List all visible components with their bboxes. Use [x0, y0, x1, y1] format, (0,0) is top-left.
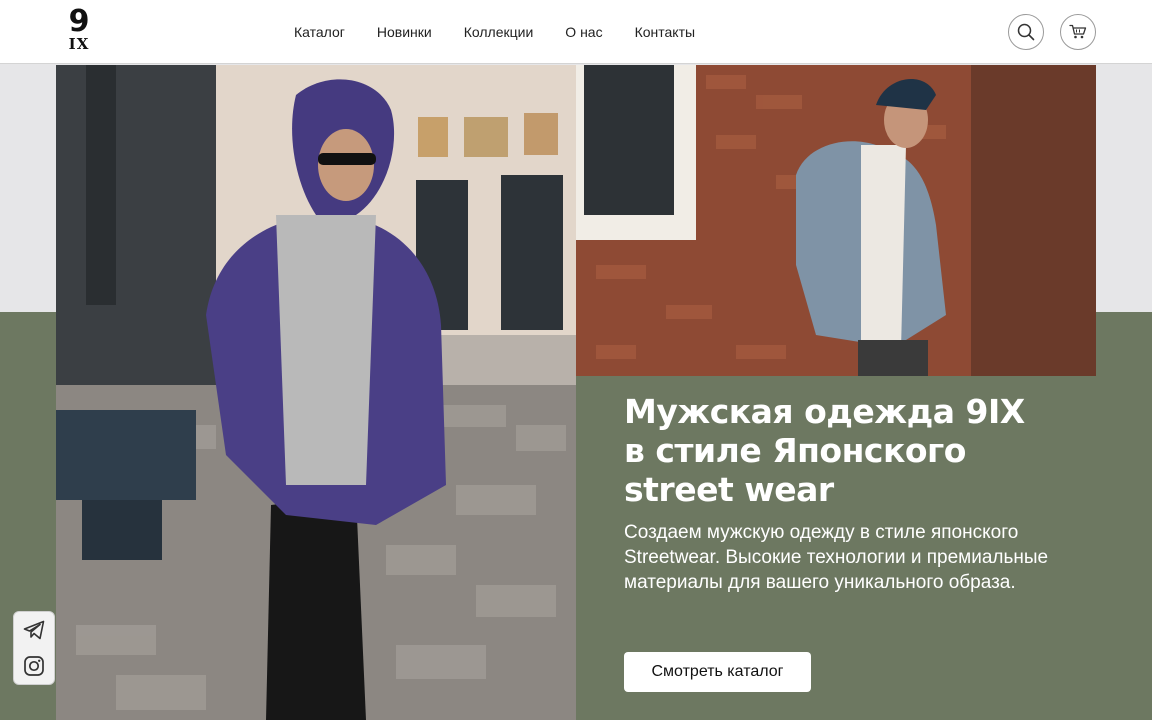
logo-mark-bottom: IX [68, 35, 90, 53]
brand-logo[interactable]: 9 IX [66, 4, 92, 56]
hero-photo-purple-jacket [56, 65, 576, 720]
site-header: 9 IX Каталог Новинки Коллекции О нас Кон… [0, 0, 1152, 64]
hero-title-line-3: street wear [624, 470, 834, 509]
hero-title-line-1: Мужская одежда 9IX [624, 392, 1025, 431]
cart-icon [1069, 24, 1087, 39]
logo-mark-top: 9 [68, 4, 90, 39]
nav-link-collections[interactable]: Коллекции [464, 24, 534, 40]
main-nav: Каталог Новинки Коллекции О нас Контакты [278, 0, 711, 64]
social-links [13, 611, 55, 685]
telegram-link[interactable] [23, 620, 45, 640]
hero-description: Создаем мужскую одежду в стиле японского… [624, 522, 1049, 593]
instagram-icon [24, 655, 44, 676]
nav-link-contacts[interactable]: Контакты [635, 24, 695, 40]
nav-link-about[interactable]: О нас [565, 24, 602, 40]
view-catalog-button[interactable]: Смотреть каталог [624, 652, 811, 692]
search-button[interactable] [1008, 14, 1044, 50]
search-icon [1017, 23, 1035, 41]
hero-title-line-2: в стиле Японского [624, 431, 966, 470]
hero-photo-denim-jacket [576, 65, 1096, 376]
nav-link-new[interactable]: Новинки [377, 24, 432, 40]
instagram-link[interactable] [23, 655, 45, 677]
telegram-icon [23, 620, 45, 639]
nav-link-catalog[interactable]: Каталог [294, 24, 345, 40]
hero-title: Мужская одежда 9IX в стиле Японского str… [624, 392, 1104, 509]
cart-button[interactable] [1060, 14, 1096, 50]
